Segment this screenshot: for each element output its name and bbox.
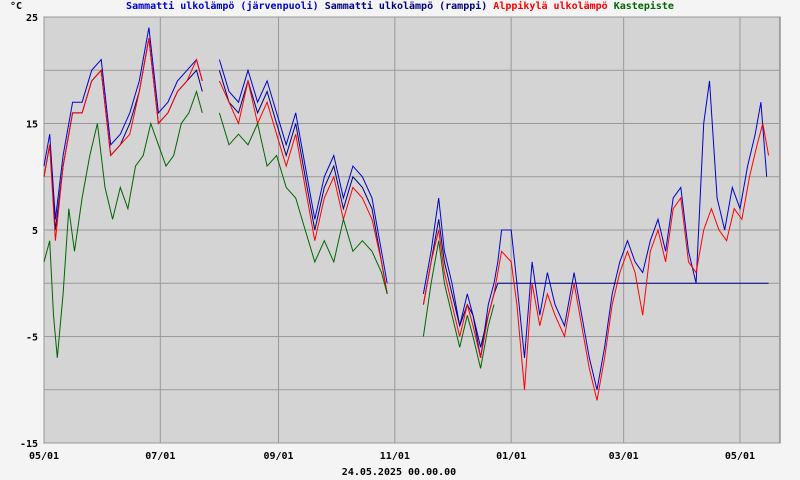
x-tick-label: 07/01 bbox=[145, 451, 175, 462]
y-tick-label: 5 bbox=[32, 226, 38, 237]
legend-entry-1: Sammatti ulkolämpö (järvenpuoli) bbox=[126, 0, 319, 12]
legend-entry-3: Alppikylä ulkolämpö bbox=[487, 0, 607, 12]
x-tick-label: 03/01 bbox=[609, 451, 639, 462]
legend-entry-2: Sammatti ulkolämpö (ramppi) bbox=[319, 0, 488, 12]
y-axis-ticks: -15 -5 5 15 25 bbox=[20, 13, 38, 450]
y-tick-label: -15 bbox=[20, 439, 38, 450]
y-tick-label: 15 bbox=[26, 120, 38, 131]
x-tick-label: 09/01 bbox=[263, 451, 293, 462]
legend: Sammatti ulkolämpö (järvenpuoli) Sammatt… bbox=[126, 0, 674, 12]
temperature-chart: -15 -5 5 15 25 05/01 07/01 09/01 11/01 01/01 03/0… bbox=[10, 0, 781, 478]
y-tick-label: 25 bbox=[26, 13, 38, 24]
x-axis-ticks: 05/01 07/01 09/01 11/01 01/01 03/01 05/01 bbox=[29, 451, 755, 462]
unit-label: °C bbox=[10, 1, 22, 12]
y-tick-label: -5 bbox=[26, 333, 38, 344]
x-tick-label: 05/01 bbox=[29, 451, 59, 462]
x-tick-label: 01/01 bbox=[496, 451, 526, 462]
legend-entry-4: Kastepiste bbox=[608, 0, 674, 12]
timestamp: 24.05.2025 00.00.00 bbox=[342, 467, 456, 478]
x-tick-label: 11/01 bbox=[380, 451, 410, 462]
x-tick-label: 05/01 bbox=[725, 451, 755, 462]
